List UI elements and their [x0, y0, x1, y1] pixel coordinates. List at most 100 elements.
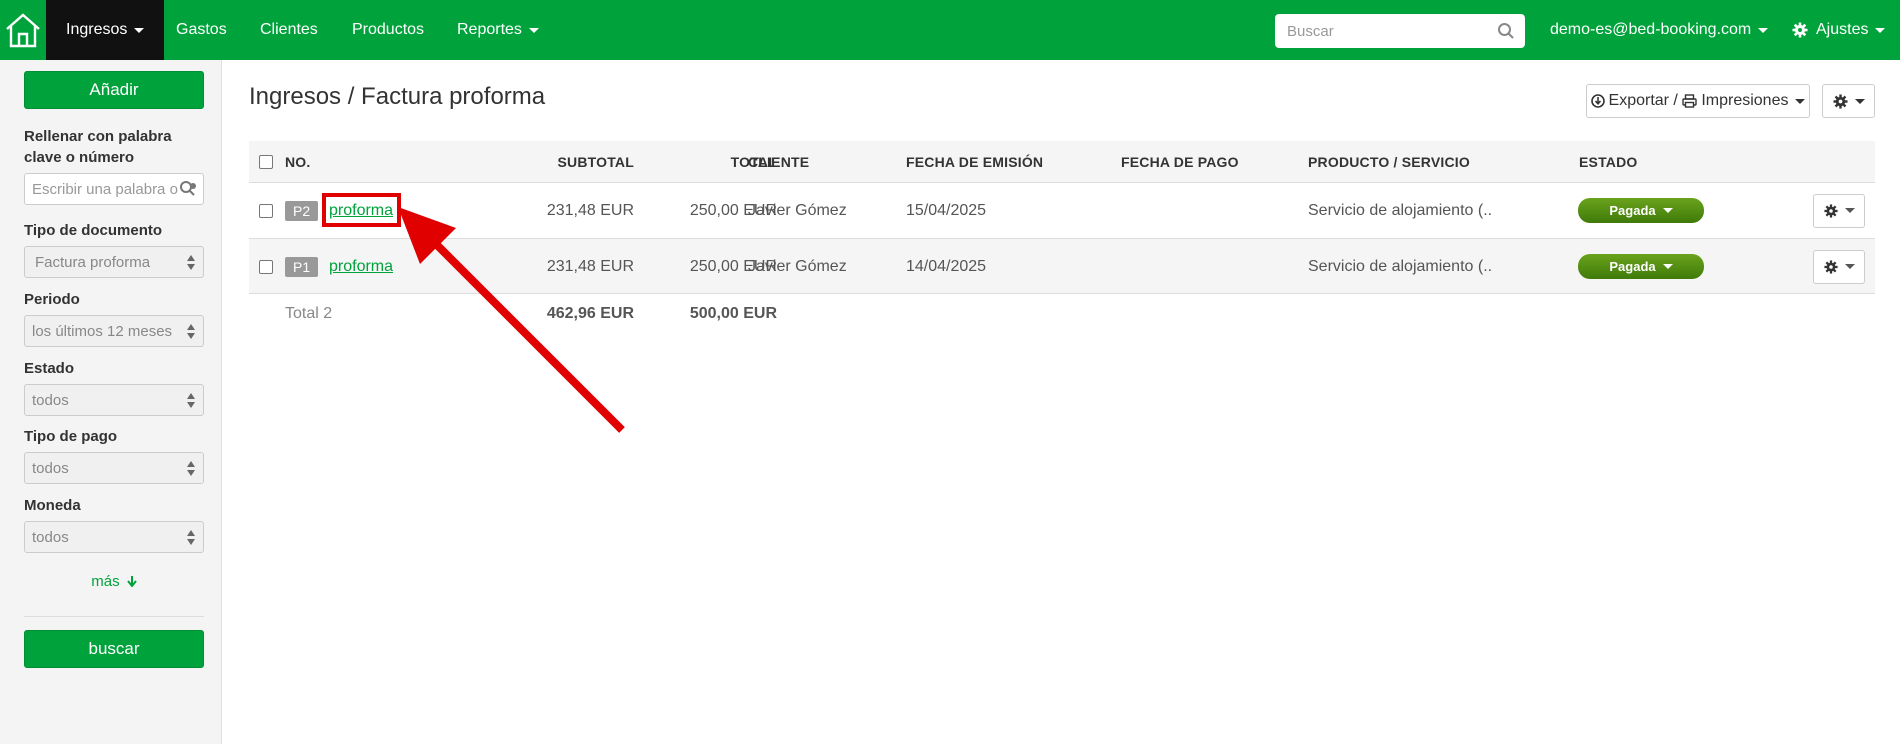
- total-total: 500,00 EUR: [689, 305, 777, 322]
- currency-label: Moneda: [24, 497, 81, 514]
- status-select[interactable]: todos: [24, 384, 204, 416]
- caret-down-icon: [1662, 264, 1673, 269]
- period-label: Periodo: [24, 291, 80, 308]
- caret-down-icon: [1844, 264, 1855, 269]
- nav-clientes[interactable]: Clientes: [260, 0, 318, 60]
- payment-type-value: todos: [32, 459, 69, 477]
- add-button[interactable]: Añadir: [24, 71, 204, 109]
- keyword-placeholder: Escribir una palabra o: [32, 180, 178, 198]
- col-product[interactable]: PRODUCTO / SERVICIO: [1308, 141, 1470, 182]
- caret-down-icon: [134, 27, 145, 33]
- top-search: [1275, 14, 1525, 48]
- col-no[interactable]: NO.: [285, 141, 311, 182]
- status-dropdown[interactable]: Pagada: [1578, 198, 1704, 223]
- user-menu[interactable]: demo-es@bed-booking.com: [1550, 0, 1769, 60]
- user-email: demo-es@bed-booking.com: [1550, 21, 1752, 38]
- col-status[interactable]: ESTADO: [1579, 141, 1638, 182]
- search-icon[interactable]: [1497, 22, 1515, 40]
- doc-link[interactable]: proforma: [329, 258, 393, 276]
- row-actions-button[interactable]: [1813, 249, 1865, 284]
- row-client: Javier Gómez: [748, 257, 847, 275]
- select-arrows-icon: [187, 461, 195, 477]
- table-row: P2 proforma 231,48 EUR 250,00 EUR Javier…: [249, 182, 1875, 238]
- home-icon: [6, 13, 40, 48]
- doc-tag: P1: [285, 256, 319, 277]
- row-subtotal: 231,48 EUR: [546, 201, 634, 219]
- caret-down-icon: [1662, 208, 1673, 213]
- sidebar-divider: [24, 616, 204, 617]
- total-count: Total 2: [285, 305, 333, 322]
- row-product: Servicio de alojamiento (..: [1308, 201, 1493, 219]
- status-value: todos: [32, 391, 69, 409]
- row-product: Servicio de alojamiento (..: [1308, 257, 1493, 275]
- period-value: los últimos 12 meses: [32, 322, 173, 340]
- nav-ingresos-label: Ingresos: [66, 21, 128, 38]
- table-header: NO. SUBTOTAL TOTAL CLIENTE FECHA DE EMIS…: [249, 141, 1875, 182]
- arrow-down-icon: [126, 576, 137, 588]
- search-icon: [179, 180, 197, 198]
- annotation-highlight-box: [322, 193, 401, 227]
- caret-down-icon: [528, 27, 539, 33]
- caret-down-icon: [1758, 27, 1769, 33]
- gear-icon: [1823, 203, 1838, 218]
- select-arrows-icon: [187, 393, 195, 409]
- row-issue-date: 15/04/2025: [906, 201, 987, 219]
- gear-icon: [1832, 93, 1848, 109]
- export-label: Exportar /: [1608, 92, 1683, 109]
- home-button[interactable]: [0, 0, 46, 60]
- list-settings-button[interactable]: [1822, 84, 1875, 118]
- doc-type-label: Tipo de documento: [24, 222, 163, 239]
- row-issue-date: 14/04/2025: [906, 257, 987, 275]
- row-checkbox[interactable]: [259, 259, 273, 274]
- keyword-label: Rellenar con palabra clave o número: [24, 128, 172, 166]
- settings-menu[interactable]: Ajustes: [1792, 0, 1886, 60]
- row-checkbox[interactable]: [259, 203, 273, 218]
- page-title: Ingresos / Factura proforma: [249, 83, 546, 110]
- payment-type-select[interactable]: todos: [24, 452, 204, 484]
- col-issue-date[interactable]: FECHA DE EMISIÓN: [906, 141, 1043, 182]
- gear-icon: [1792, 22, 1808, 38]
- select-all-checkbox[interactable]: [259, 154, 273, 169]
- caret-down-icon: [1844, 208, 1855, 213]
- keyword-input[interactable]: Escribir una palabra o: [24, 173, 204, 205]
- settings-label: Ajustes: [1816, 21, 1869, 38]
- print-label: Impresiones: [1701, 92, 1789, 109]
- doc-type-select[interactable]: Factura proforma: [24, 246, 204, 278]
- total-subtotal: 462,96 EUR: [546, 305, 634, 322]
- currency-select[interactable]: todos: [24, 521, 204, 553]
- row-actions-button[interactable]: [1813, 193, 1865, 228]
- nav-gastos[interactable]: Gastos: [176, 0, 227, 60]
- download-icon: [1590, 94, 1605, 108]
- status-label: Estado: [24, 360, 75, 377]
- currency-value: todos: [32, 528, 69, 546]
- export-print-button[interactable]: Exportar / Impresiones: [1586, 84, 1810, 118]
- payment-type-label: Tipo de pago: [24, 428, 118, 445]
- more-label: más: [91, 573, 120, 590]
- table-total-row: Total 2 462,96 EUR 500,00 EUR: [249, 293, 1875, 335]
- col-pay-date[interactable]: FECHA DE PAGO: [1121, 141, 1239, 182]
- nav-reportes[interactable]: Reportes: [457, 0, 539, 60]
- nav-ingresos[interactable]: Ingresos: [46, 0, 165, 60]
- nav-productos[interactable]: Productos: [352, 0, 424, 60]
- filter-sidebar: Añadir Rellenar con palabra clave o núme…: [0, 60, 222, 744]
- doc-tag: P2: [285, 200, 319, 221]
- more-filters-link[interactable]: más: [24, 573, 204, 590]
- col-client[interactable]: CLIENTE: [748, 141, 809, 182]
- doc-type-value: Factura proforma: [35, 253, 151, 271]
- gear-icon: [1823, 259, 1838, 274]
- top-search-input[interactable]: [1287, 22, 1487, 40]
- select-arrows-icon: [187, 255, 195, 271]
- period-select[interactable]: los últimos 12 meses: [24, 315, 204, 347]
- caret-down-icon: [1875, 27, 1886, 33]
- status-label: Pagada: [1609, 259, 1656, 274]
- caret-down-icon: [1795, 98, 1806, 104]
- col-subtotal[interactable]: SUBTOTAL: [499, 141, 634, 182]
- status-dropdown[interactable]: Pagada: [1578, 254, 1704, 279]
- table-row: P1 proforma 231,48 EUR 250,00 EUR Javier…: [249, 238, 1875, 294]
- nav-reportes-label: Reportes: [457, 21, 522, 38]
- top-navbar: Ingresos Gastos Clientes Productos Repor…: [0, 0, 1900, 60]
- caret-down-icon: [1854, 98, 1865, 104]
- search-button[interactable]: buscar: [24, 630, 204, 668]
- status-label: Pagada: [1609, 203, 1656, 218]
- row-subtotal: 231,48 EUR: [546, 257, 634, 275]
